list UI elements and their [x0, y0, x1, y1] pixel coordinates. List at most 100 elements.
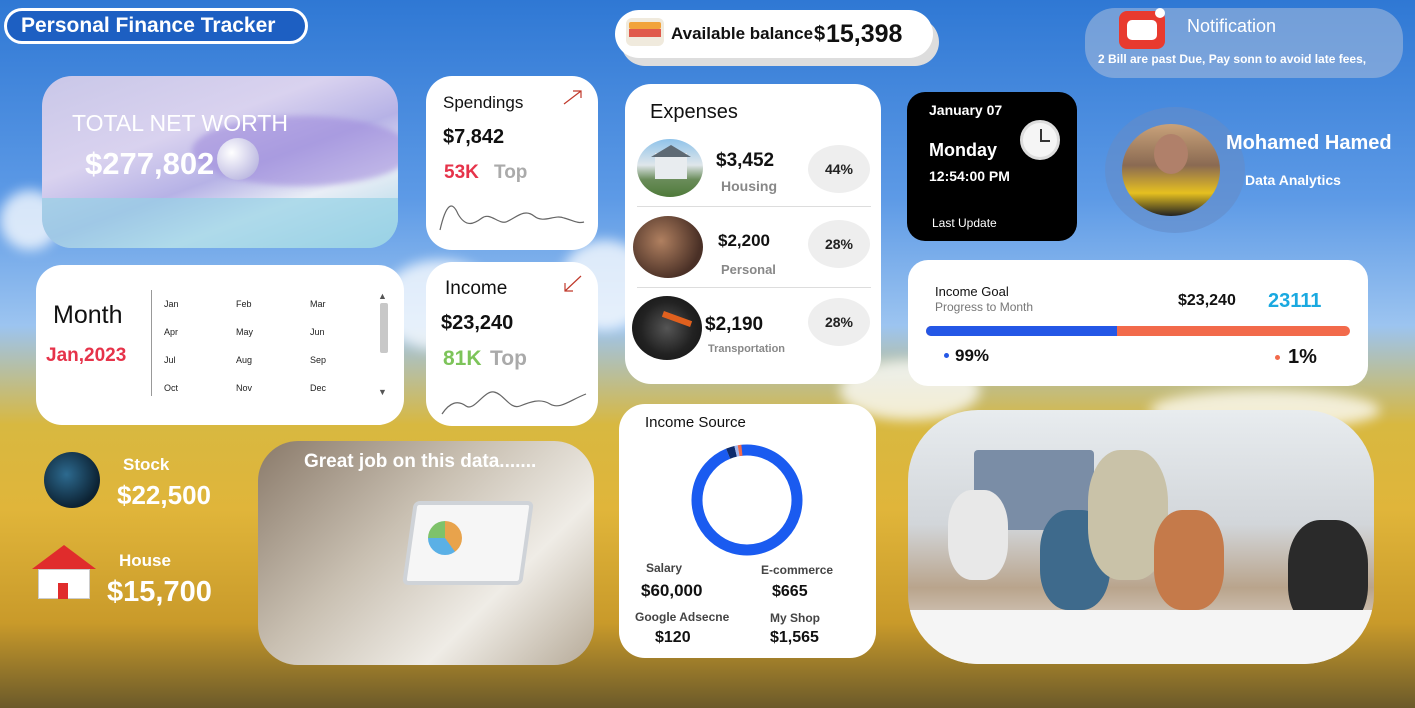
donut-slice-salary: [691, 444, 803, 556]
income-goal-value: $23,240: [1178, 292, 1236, 309]
housing-image: [637, 139, 703, 197]
net-worth-label: TOTAL NET WORTH: [72, 110, 288, 136]
income-source-value-salary: $60,000: [641, 581, 703, 600]
expense-label-personal: Personal: [721, 262, 776, 277]
alarm-clock-icon: [1020, 120, 1060, 160]
income-sparkline: [441, 391, 587, 415]
notification-icon: [1119, 8, 1165, 49]
month-option-feb[interactable]: Feb: [236, 299, 252, 309]
month-option-jul[interactable]: Jul: [164, 355, 176, 365]
donut-slice-my-shop: [726, 445, 737, 459]
month-option-may[interactable]: May: [236, 327, 253, 337]
clock-day: Monday: [929, 140, 998, 160]
income-goal-subtitle: Progress to Month: [935, 300, 1034, 314]
month-option-jan[interactable]: Jan: [164, 299, 179, 309]
income-goal-right-pct: 1%: [1288, 346, 1317, 368]
income-source-card: Income Source Salary $60,000 E-commerce …: [619, 404, 876, 658]
balance-card: Available balance $ 15,398: [615, 10, 933, 58]
clock-time: 12:54:00 PM: [929, 168, 1010, 184]
income-source-label-ecommerce: E-commerce: [761, 563, 834, 577]
spendings-value: $7,842: [443, 126, 505, 148]
donut-slice-google-adsecne: [734, 445, 740, 457]
income-value: $23,240: [441, 312, 514, 334]
wallet-icon: [626, 18, 664, 46]
clock-date: January 07: [929, 102, 1003, 118]
asset-value-stock: $22,500: [117, 480, 211, 510]
last-update-card: January 07 Monday 12:54:00 PM Last Updat…: [907, 92, 1077, 241]
avatar: [1122, 124, 1220, 216]
income-source-value-ecommerce: $665: [772, 583, 808, 600]
profile-name: Mohamed Hamed: [1226, 132, 1392, 154]
month-slicer-card: Month Jan,2023 Jan Feb Mar Apr May Jun J…: [36, 265, 404, 425]
spendings-top-label: Top: [494, 162, 528, 183]
page-title: Personal Finance Tracker: [4, 8, 308, 44]
scrollbar-thumb[interactable]: [380, 303, 388, 353]
stock-icon: [44, 452, 100, 508]
orange-dot-icon: [1275, 355, 1280, 360]
income-goal-target: 23111: [1268, 290, 1322, 312]
month-selected: Jan,2023: [46, 345, 127, 366]
net-worth-card: TOTAL NET WORTH $277,802: [42, 76, 398, 248]
expense-label-housing: Housing: [721, 178, 777, 194]
house-icon: [32, 545, 96, 603]
income-source-donut: [691, 444, 803, 556]
expenses-card: Expenses $3,452 Housing 44% $2,200 Perso…: [625, 84, 881, 384]
month-option-nov[interactable]: Nov: [236, 383, 252, 393]
month-option-sep[interactable]: Sep: [310, 355, 326, 365]
income-top-value: 81K: [443, 347, 482, 370]
team-celebration-image: [908, 410, 1374, 664]
blue-dot-icon: [944, 353, 949, 358]
expense-label-transportation: Transportation: [708, 343, 786, 355]
income-goal-progress-bar: [926, 326, 1350, 336]
personal-image: [633, 216, 703, 278]
notification-title: Notification: [1187, 16, 1277, 36]
balance-currency: $: [814, 23, 826, 45]
scroll-up-icon[interactable]: ▲: [378, 291, 387, 301]
spendings-title: Spendings: [443, 93, 524, 112]
trend-down-icon: [564, 275, 582, 292]
banner-text: Great job on this data.......: [304, 451, 537, 472]
income-top-label: Top: [490, 347, 527, 370]
expense-amount-personal: $2,200: [718, 231, 770, 250]
expense-percent-personal: 28%: [808, 220, 870, 268]
spendings-top-value: 53K: [444, 162, 479, 183]
notification-message: 2 Bill are past Due, Pay sonn to avoid l…: [1098, 52, 1367, 66]
expense-percent-housing: 44%: [808, 145, 870, 193]
month-scrollbar[interactable]: ▲ ▼: [378, 291, 390, 401]
month-option-aug[interactable]: Aug: [236, 355, 252, 365]
income-goal-title: Income Goal: [935, 284, 1009, 299]
asset-label-stock: Stock: [123, 455, 170, 474]
expense-amount-transportation: $2,190: [705, 314, 764, 335]
notification-card[interactable]: Notification 2 Bill are past Due, Pay so…: [1085, 8, 1403, 78]
income-source-title: Income Source: [645, 414, 746, 431]
expense-amount-housing: $3,452: [716, 150, 775, 171]
income-goal-progress-fill: [926, 326, 1117, 336]
month-option-dec[interactable]: Dec: [310, 383, 326, 393]
last-update-label: Last Update: [932, 216, 997, 230]
income-goal-card: Income Goal Progress to Month $23,240 23…: [908, 260, 1368, 386]
income-source-label-myshop: My Shop: [770, 611, 820, 625]
spendings-sparkline: [439, 205, 585, 231]
transportation-image: [632, 296, 702, 360]
team-work-image: Great job on this data.......: [258, 441, 594, 665]
asset-label-house: House: [119, 551, 171, 570]
income-goal-left-pct: 99%: [955, 346, 990, 365]
month-option-jun[interactable]: Jun: [310, 327, 325, 337]
asset-value-house: $15,700: [107, 576, 212, 608]
balance-label: Available balance: [671, 24, 814, 43]
income-source-label-adsense: Google Adsecne: [635, 610, 730, 624]
profile-role: Data Analytics: [1245, 172, 1341, 188]
expense-percent-transportation: 28%: [808, 298, 870, 346]
income-source-label-salary: Salary: [646, 561, 683, 575]
trend-up-icon: [563, 90, 582, 105]
spendings-card: Spendings $7,842 53K Top: [426, 76, 598, 250]
month-option-apr[interactable]: Apr: [164, 327, 178, 337]
net-worth-value: $277,802: [85, 146, 215, 181]
expenses-title: Expenses: [650, 101, 738, 123]
income-card: Income $23,240 81K Top: [426, 262, 598, 426]
income-source-value-myshop: $1,565: [770, 629, 819, 646]
scroll-down-icon[interactable]: ▼: [378, 387, 387, 397]
income-source-value-adsense: $120: [655, 629, 691, 646]
month-option-mar[interactable]: Mar: [310, 299, 326, 309]
month-option-oct[interactable]: Oct: [164, 383, 178, 393]
